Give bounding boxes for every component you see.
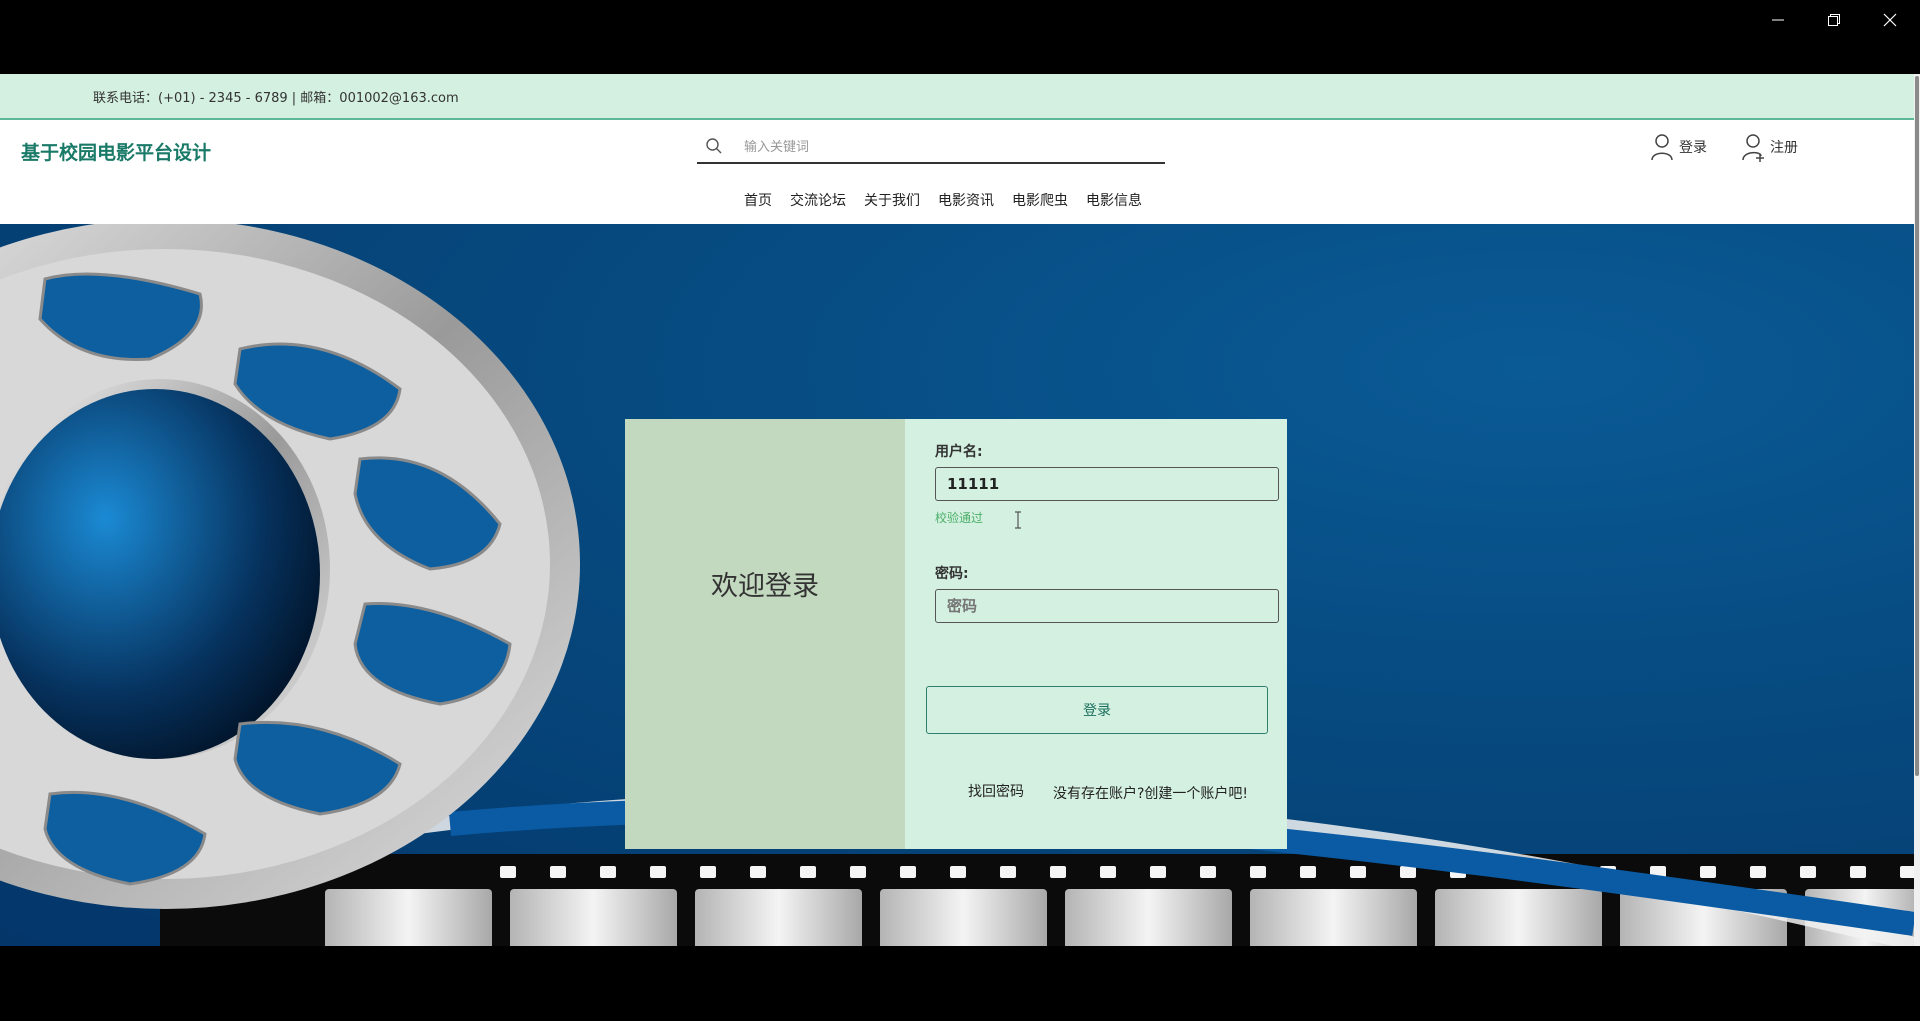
- search-input[interactable]: [742, 134, 1146, 160]
- window-titlebar: [0, 0, 1920, 74]
- page-viewport: 联系电话：(+01) - 2345 - 6789 | 邮箱：001002@163…: [0, 74, 1914, 946]
- minimize-icon: [1772, 19, 1784, 21]
- close-icon: [1883, 13, 1897, 27]
- login-card-welcome-panel: 欢迎登录: [625, 419, 905, 849]
- user-add-icon: [1742, 134, 1764, 162]
- search-box: [697, 130, 1165, 164]
- login-card: 欢迎登录 用户名: 校验通过 密码: 登录 找回密码 没有存在账户?创建一个账户…: [625, 419, 1287, 849]
- contact-bar: 联系电话：(+01) - 2345 - 6789 | 邮箱：001002@163…: [0, 74, 1914, 120]
- username-validation-message: 校验通过: [935, 511, 984, 525]
- welcome-title: 欢迎登录: [711, 571, 819, 602]
- create-account-link[interactable]: 没有存在账户?创建一个账户吧!: [1053, 783, 1248, 803]
- site-logo[interactable]: 基于校园电影平台设计: [21, 138, 211, 165]
- user-icon: [1651, 134, 1673, 161]
- register-link-label: 注册: [1770, 140, 1798, 156]
- nav-item-crawler[interactable]: 电影爬虫: [1012, 190, 1068, 210]
- site-header: 基于校园电影平台设计 登录 注册 首页: [0, 120, 1914, 224]
- nav-item-news[interactable]: 电影资讯: [938, 190, 994, 210]
- hero-banner: 欢迎登录 用户名: 校验通过 密码: 登录 找回密码 没有存在账户?创建一个账户…: [0, 224, 1914, 946]
- username-input[interactable]: [935, 467, 1279, 501]
- login-form: 用户名: 校验通过 密码: 登录 找回密码 没有存在账户?创建一个账户吧!: [905, 419, 1287, 849]
- restore-icon: [1828, 14, 1840, 26]
- search-icon: [706, 138, 722, 154]
- restore-button[interactable]: [1806, 0, 1862, 40]
- main-nav: 首页 交流论坛 关于我们 电影资讯 电影爬虫 电影信息: [744, 190, 1160, 210]
- nav-item-about[interactable]: 关于我们: [864, 190, 920, 210]
- minimize-button[interactable]: [1750, 0, 1806, 40]
- forgot-password-link[interactable]: 找回密码: [968, 781, 1024, 801]
- login-link[interactable]: 登录: [1650, 132, 1707, 162]
- reel: [0, 224, 580, 909]
- nav-item-forum[interactable]: 交流论坛: [790, 190, 846, 210]
- close-button[interactable]: [1862, 0, 1918, 40]
- contact-info: 联系电话：(+01) - 2345 - 6789 | 邮箱：001002@163…: [93, 91, 459, 106]
- text-cursor-icon: [1015, 511, 1021, 529]
- register-link[interactable]: 注册: [1741, 132, 1798, 162]
- scrollbar-thumb[interactable]: [1915, 76, 1919, 776]
- nav-item-movie-info[interactable]: 电影信息: [1086, 190, 1142, 210]
- login-submit-button[interactable]: 登录: [926, 686, 1268, 734]
- username-label: 用户名:: [935, 444, 983, 460]
- password-label: 密码:: [935, 566, 969, 582]
- login-link-label: 登录: [1679, 140, 1707, 156]
- nav-item-home[interactable]: 首页: [744, 190, 772, 210]
- vertical-scrollbar[interactable]: [1914, 74, 1920, 946]
- password-input[interactable]: [935, 589, 1279, 623]
